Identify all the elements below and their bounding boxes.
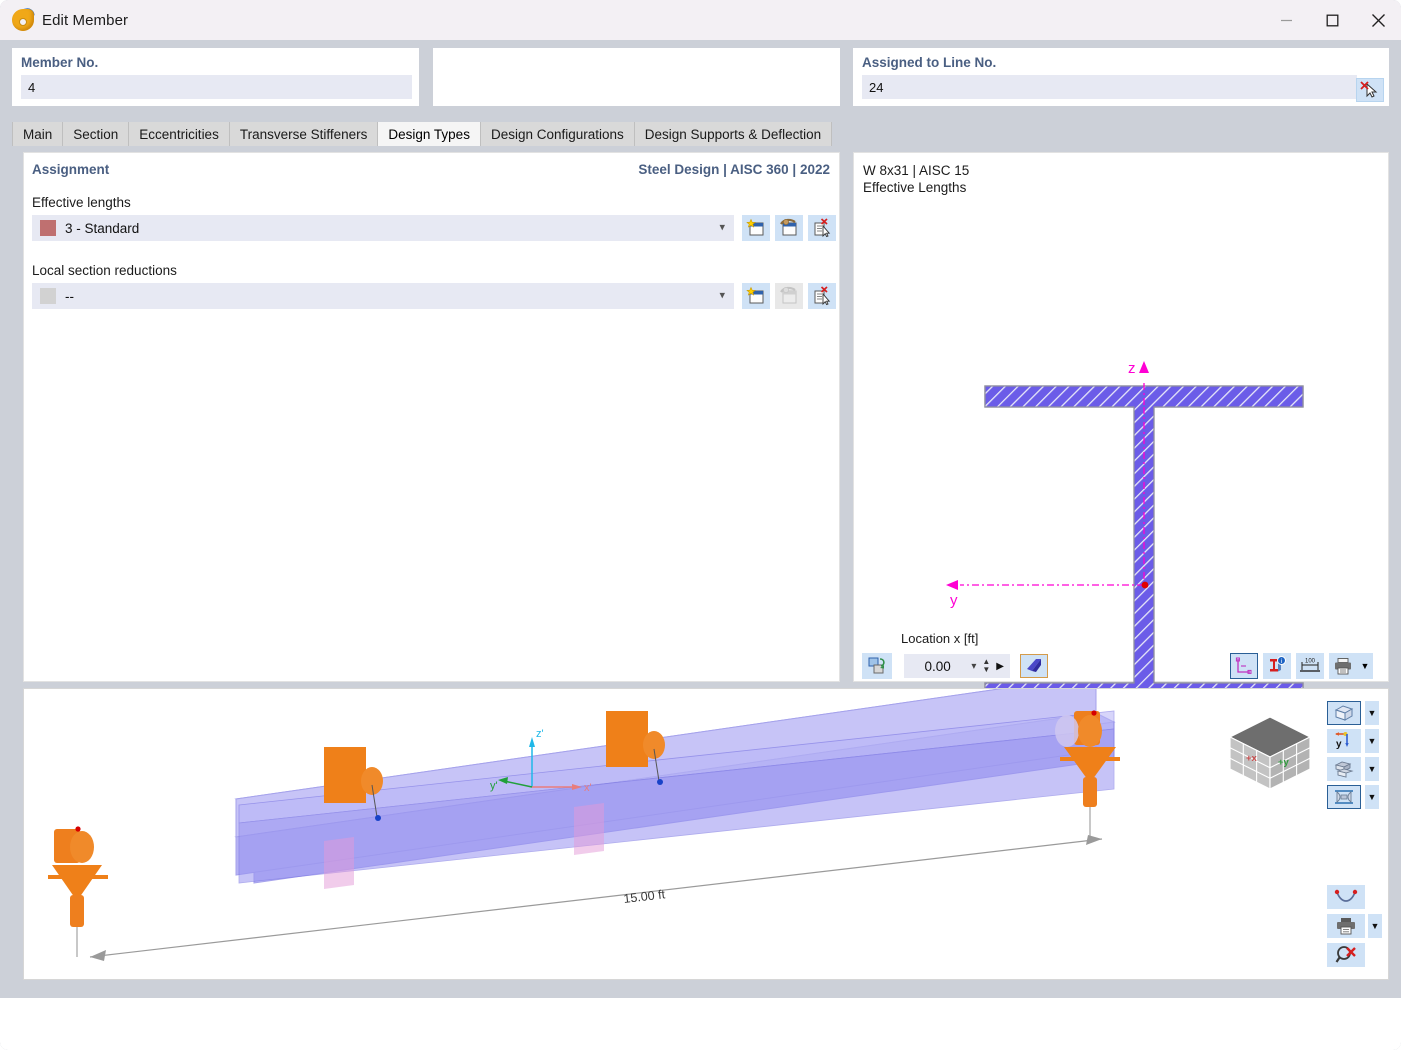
section-viewer-pane: W 8x31 | AISC 15 Effective Lengths z y [853, 152, 1389, 682]
local-section-reductions-combo[interactable]: -- ▾ [32, 283, 734, 309]
solid-model-chevron-down-icon[interactable]: ▼ [1365, 757, 1379, 781]
wireframe-view-icon[interactable] [1327, 701, 1361, 725]
effective-lengths-color-swatch [40, 220, 56, 236]
section-info-icon[interactable]: i [1263, 653, 1291, 679]
tab-transverse-stiffeners[interactable]: Transverse Stiffeners [230, 122, 379, 146]
zoom-reset-icon[interactable] [1327, 943, 1365, 967]
dialog-footer: 0, 00 A [0, 998, 1401, 1050]
axis-x-prime-label: x' [584, 782, 592, 794]
location-x-spinner[interactable]: 0.00 ▾ ▲▼ ▶ [904, 654, 1010, 678]
chevron-down-icon: ▾ [719, 291, 725, 302]
svg-text:100: 100 [1305, 659, 1316, 665]
dimension-value-label: 15.00 ft [623, 887, 667, 906]
surface-render-icon[interactable] [1020, 654, 1048, 678]
pick-delete-cursor-icon[interactable] [1356, 78, 1384, 102]
svg-text:y: y [1336, 739, 1342, 750]
tab-label: Design Configurations [491, 127, 624, 142]
local-section-reductions-edit-item-icon [775, 283, 803, 309]
local-section-reductions-new-item-icon[interactable] [742, 283, 770, 309]
effective-lengths-delete-item-icon[interactable] [808, 215, 836, 241]
local-section-reductions-label: Local section reductions [32, 263, 177, 278]
window-title: Edit Member [42, 12, 128, 29]
print-icon[interactable] [1329, 653, 1357, 679]
print-options-chevron-down-icon[interactable]: ▼ [1357, 653, 1373, 679]
axis-y-label: y [950, 592, 958, 609]
section-view-icon[interactable] [1327, 785, 1361, 809]
effective-lengths-edit-item-icon[interactable] [775, 215, 803, 241]
member-no-input[interactable]: 4 [21, 75, 412, 99]
section-view-chevron-down-icon[interactable]: ▼ [1365, 785, 1379, 809]
assignment-title: Assignment [32, 162, 109, 177]
title-bar: Edit Member [0, 0, 1401, 40]
model-3d-scene: z' x' y' 15.00 ft [24, 689, 1389, 980]
view-cube-icon[interactable]: +x +y [1220, 709, 1320, 799]
assignment-pane: Assignment Steel Design | AISC 360 | 202… [23, 152, 840, 682]
chevron-down-icon[interactable]: ▾ [971, 661, 976, 672]
tab-strip: Main Section Eccentricities Transverse S… [12, 122, 832, 146]
effective-lengths-value: 3 - Standard [65, 221, 139, 236]
effective-lengths-label: Effective lengths [32, 195, 131, 210]
member-no-label: Member No. [13, 49, 418, 75]
tab-design-supports-deflection[interactable]: Design Supports & Deflection [635, 122, 832, 146]
tab-label: Section [73, 127, 118, 142]
deformation-curve-icon[interactable] [1327, 885, 1365, 909]
tab-label: Transverse Stiffeners [240, 127, 368, 142]
location-x-label: Location x [ft] [901, 631, 978, 646]
assigned-line-group: Assigned to Line No. 24 [853, 48, 1389, 106]
coordinate-system-chevron-down-icon[interactable]: ▼ [1365, 729, 1379, 753]
axis-system-icon[interactable] [1230, 653, 1258, 679]
axis-z-prime-label: z' [536, 728, 544, 740]
print-options-chevron-down-icon[interactable]: ▼ [1368, 914, 1382, 938]
effective-lengths-new-item-icon[interactable] [742, 215, 770, 241]
support-symbol [48, 826, 108, 957]
tab-eccentricities[interactable]: Eccentricities [129, 122, 230, 146]
maximize-icon[interactable] [1309, 0, 1355, 40]
close-icon[interactable] [1355, 0, 1401, 40]
effective-lengths-combo[interactable]: 3 - Standard ▾ [32, 215, 734, 241]
next-location-icon[interactable]: ▶ [996, 661, 1004, 672]
edit-member-window: Edit Member Member No. 4 Assigned to Lin… [0, 0, 1401, 1050]
member-secondary-group [433, 48, 840, 106]
tab-label: Eccentricities [139, 127, 219, 142]
local-section-reductions-delete-item-icon[interactable] [808, 283, 836, 309]
tab-main[interactable]: Main [12, 122, 63, 146]
design-standard-label: Steel Design | AISC 360 | 2022 [638, 162, 830, 177]
tab-label: Design Types [388, 127, 470, 142]
location-x-value: 0.00 [925, 659, 951, 674]
axis-z-label: z [1128, 360, 1136, 377]
assigned-line-input[interactable]: 24 [862, 75, 1357, 99]
solid-model-icon[interactable] [1327, 757, 1361, 781]
cube-axis-y-label: +y [1278, 757, 1290, 768]
local-section-reductions-value: -- [65, 289, 74, 304]
minimize-icon[interactable] [1263, 0, 1309, 40]
section-name-label: W 8x31 | AISC 15 [863, 162, 969, 179]
print-icon[interactable] [1327, 914, 1365, 938]
axis-y-prime-label: y' [490, 780, 498, 792]
model-3d-viewport[interactable]: z' x' y' 15.00 ft [23, 688, 1389, 980]
member-no-group: Member No. 4 [12, 48, 419, 106]
assigned-line-label: Assigned to Line No. [854, 49, 1388, 75]
tab-section[interactable]: Section [63, 122, 129, 146]
render-mode-icon[interactable] [862, 653, 892, 679]
local-section-reductions-color-swatch [40, 288, 56, 304]
tab-label: Design Supports & Deflection [645, 127, 821, 142]
coordinate-system-icon[interactable]: y [1327, 729, 1361, 753]
cube-axis-x-label: +x [1246, 753, 1258, 764]
tab-design-configurations[interactable]: Design Configurations [481, 122, 635, 146]
wireframe-view-chevron-down-icon[interactable]: ▼ [1365, 701, 1379, 725]
dimensions-icon[interactable]: 100 [1296, 653, 1324, 679]
chevron-down-icon: ▾ [719, 223, 725, 234]
svg-text:i: i [1281, 658, 1282, 665]
tab-design-types[interactable]: Design Types [378, 122, 481, 146]
spinner-arrows-icon[interactable]: ▲▼ [982, 658, 990, 674]
window-controls [1263, 0, 1401, 40]
rfem6-logo-icon [12, 9, 34, 31]
tab-label: Main [23, 127, 52, 142]
